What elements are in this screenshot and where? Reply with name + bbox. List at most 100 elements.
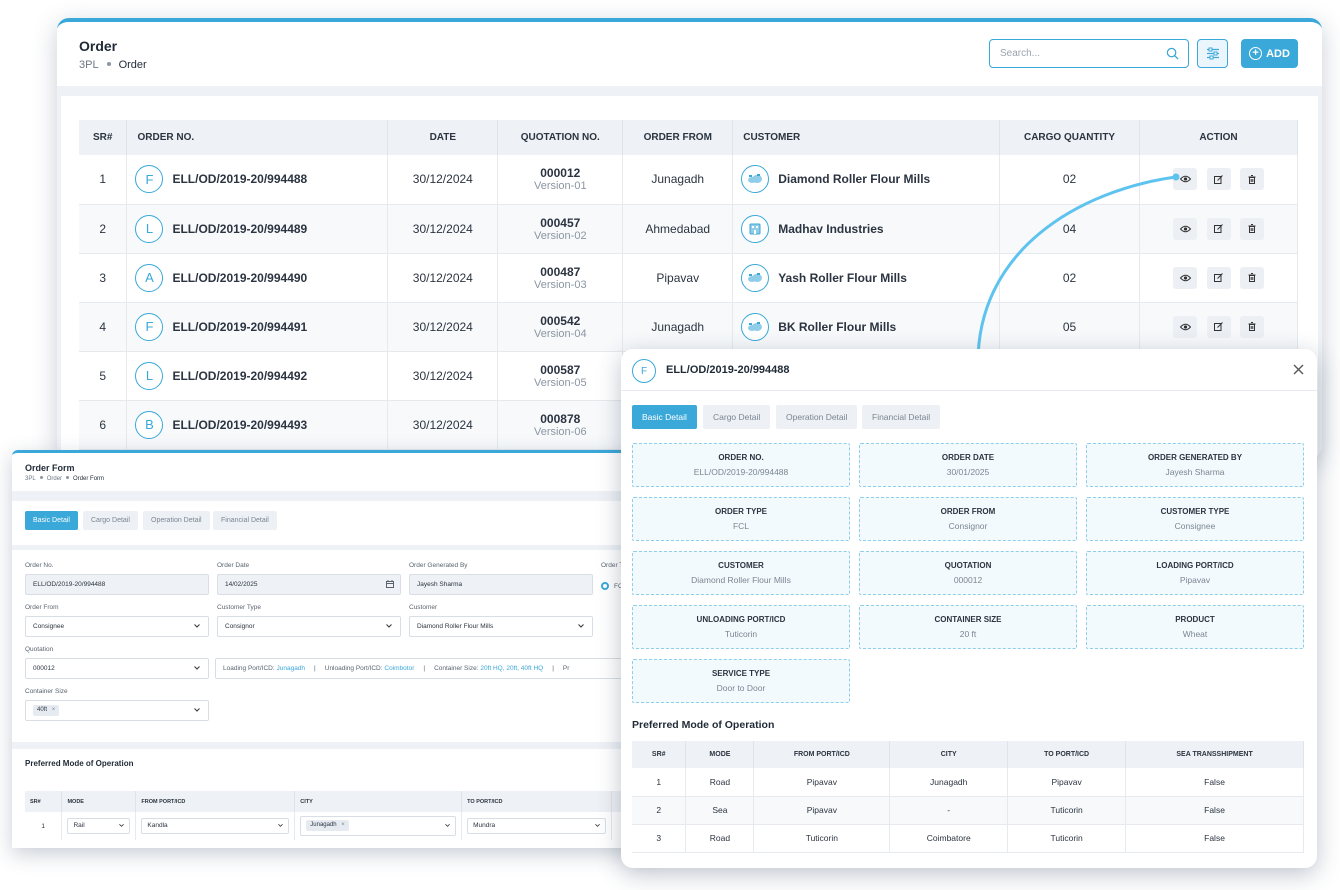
- column-header-quotation-no[interactable]: QUOTATION NO.: [497, 120, 624, 155]
- detail-value: 30/01/2025: [946, 467, 990, 477]
- delete-button[interactable]: [1239, 168, 1264, 191]
- order-number[interactable]: ELL/OD/2019-20/994490: [172, 271, 307, 285]
- customer-type-select[interactable]: Consignor: [217, 616, 401, 637]
- chevron-down-icon: [278, 823, 284, 827]
- chevron-down-icon: [595, 823, 600, 827]
- customer-name[interactable]: Madhav Industries: [778, 222, 883, 236]
- view-button[interactable]: [1173, 168, 1198, 191]
- breadcrumb-item-order[interactable]: Order: [47, 476, 62, 482]
- from-port-select[interactable]: Kandla: [141, 818, 290, 834]
- customer-name[interactable]: Yash Roller Flour Mills: [778, 271, 907, 285]
- customer-name[interactable]: BK Roller Flour Mills: [778, 320, 896, 334]
- tab-financial-detail[interactable]: Financial Detail: [862, 405, 941, 429]
- generated-by-field[interactable]: Jayesh Sharma: [409, 574, 593, 595]
- add-button[interactable]: + ADD: [1241, 39, 1298, 68]
- quotation-version: Version-04: [533, 327, 587, 340]
- container-size-select[interactable]: 40ft ×: [25, 700, 209, 721]
- detail-card: CUSTOMER TYPE Consignee: [1086, 497, 1304, 541]
- page-header: Order 3PL Order + ADD: [57, 22, 1322, 86]
- delete-button[interactable]: [1239, 266, 1264, 289]
- order-number[interactable]: ELL/OD/2019-20/994489: [172, 222, 307, 236]
- column-header-customer[interactable]: CUSTOMER: [732, 120, 1001, 155]
- chip-remove-icon[interactable]: ×: [341, 822, 345, 828]
- order-from: Ahmedabad: [622, 204, 734, 254]
- close-icon[interactable]: [1293, 364, 1304, 375]
- tab-operation-detail[interactable]: Operation Detail: [776, 405, 858, 429]
- column-header-cargo-quantity[interactable]: CARGO QUANTITY: [999, 120, 1141, 155]
- tab-basic-detail[interactable]: Basic Detail: [25, 511, 78, 530]
- column-header-mode: MODE: [61, 791, 137, 812]
- quotation-version: Version-05: [533, 376, 587, 389]
- cargo-quantity: 02: [999, 253, 1141, 303]
- row-from-port: Tuticorin: [753, 824, 891, 853]
- cargo-quantity: 04: [999, 204, 1141, 254]
- edit-button[interactable]: [1206, 217, 1231, 240]
- detail-value: Consignee: [1174, 521, 1216, 531]
- city-select[interactable]: Junagadh ×: [300, 816, 457, 836]
- tab-operation-detail[interactable]: Operation Detail: [143, 511, 210, 530]
- form-breadcrumb: 3PL Order Order Form: [25, 476, 104, 482]
- row-city: -: [889, 796, 1009, 825]
- search-icon[interactable]: [1166, 47, 1179, 60]
- generated-by-label: Order Generated By: [409, 562, 468, 569]
- view-button[interactable]: [1173, 266, 1198, 289]
- search-input[interactable]: [990, 40, 1150, 67]
- order-number[interactable]: ELL/OD/2019-20/994492: [172, 369, 307, 383]
- order-type-badge: F: [135, 165, 164, 194]
- delete-button[interactable]: [1239, 315, 1264, 338]
- tab-basic-detail[interactable]: Basic Detail: [632, 405, 697, 429]
- view-button[interactable]: [1173, 217, 1198, 240]
- column-header-date[interactable]: DATE: [387, 120, 499, 155]
- detail-label: UNLOADING PORT/ICD: [696, 615, 786, 624]
- filter-button[interactable]: [1197, 39, 1228, 68]
- row-mode: Road: [685, 768, 755, 797]
- breadcrumb-item-3pl[interactable]: 3PL: [79, 59, 99, 71]
- chip-remove-icon[interactable]: ×: [52, 707, 56, 713]
- order-date-field[interactable]: 14/02/2025: [217, 574, 401, 595]
- tab-cargo-detail[interactable]: Cargo Detail: [703, 405, 771, 429]
- view-button[interactable]: [1173, 315, 1198, 338]
- table-row[interactable]: 4 F ELL/OD/2019-20/994491 30/12/2024 0005…: [79, 302, 1298, 352]
- order-type-radio[interactable]: [601, 582, 609, 590]
- order-date: 30/12/2024: [387, 302, 499, 352]
- row-sr: 1: [632, 768, 687, 797]
- container-size-chip: 40ft ×: [33, 705, 60, 716]
- order-from-select[interactable]: Consignee: [25, 616, 209, 637]
- eye-icon: [1179, 274, 1191, 281]
- table-row[interactable]: 3 A ELL/OD/2019-20/994490 30/12/2024 0004…: [79, 253, 1298, 303]
- detail-card: ORDER NO. ELL/OD/2019-20/994488: [632, 443, 850, 487]
- quotation-select[interactable]: 000012: [25, 658, 209, 679]
- detail-value: Tuticorin: [724, 629, 758, 639]
- table-row[interactable]: 2 L ELL/OD/2019-20/994489 30/12/2024 0004…: [79, 204, 1298, 254]
- order-no-field[interactable]: ELL/OD/2019-20/994488: [25, 574, 209, 595]
- quotation-version: Version-03: [533, 278, 587, 291]
- mode-select[interactable]: Rail: [67, 818, 131, 834]
- table-row[interactable]: 1 F ELL/OD/2019-20/994488 30/12/2024 0000…: [79, 155, 1298, 205]
- eye-icon: [1179, 225, 1191, 232]
- breadcrumb-item-3pl[interactable]: 3PL: [25, 476, 36, 482]
- trash-icon: [1248, 322, 1256, 331]
- edit-button[interactable]: [1206, 315, 1231, 338]
- delete-button[interactable]: [1239, 217, 1264, 240]
- detail-label: ORDER GENERATED BY: [1147, 453, 1243, 462]
- mode-value: Rail: [73, 822, 85, 829]
- customer-select[interactable]: Diamond Roller Flour Mills: [409, 616, 593, 637]
- tab-financial-detail[interactable]: Financial Detail: [213, 511, 277, 530]
- customer-name[interactable]: Diamond Roller Flour Mills: [778, 172, 930, 186]
- cargo-quantity: 05: [999, 302, 1141, 352]
- form-pref-title: Preferred Mode of Operation: [25, 759, 134, 768]
- order-type-badge: L: [135, 361, 164, 390]
- tab-cargo-detail[interactable]: Cargo Detail: [83, 511, 138, 530]
- calendar-icon[interactable]: [386, 580, 394, 588]
- order-number[interactable]: ELL/OD/2019-20/994493: [172, 418, 307, 432]
- chevron-down-icon: [386, 624, 392, 628]
- edit-button[interactable]: [1206, 266, 1231, 289]
- order-number[interactable]: ELL/OD/2019-20/994491: [172, 320, 307, 334]
- order-from-value: Consignee: [33, 623, 65, 630]
- edit-button[interactable]: [1206, 168, 1231, 191]
- column-header-order-no[interactable]: ORDER NO.: [126, 120, 389, 155]
- to-port-select[interactable]: Mundra: [467, 818, 606, 834]
- order-number[interactable]: ELL/OD/2019-20/994488: [172, 172, 307, 186]
- column-header-order-from[interactable]: ORDER FROM: [622, 120, 734, 155]
- row-sr: 5: [79, 351, 128, 401]
